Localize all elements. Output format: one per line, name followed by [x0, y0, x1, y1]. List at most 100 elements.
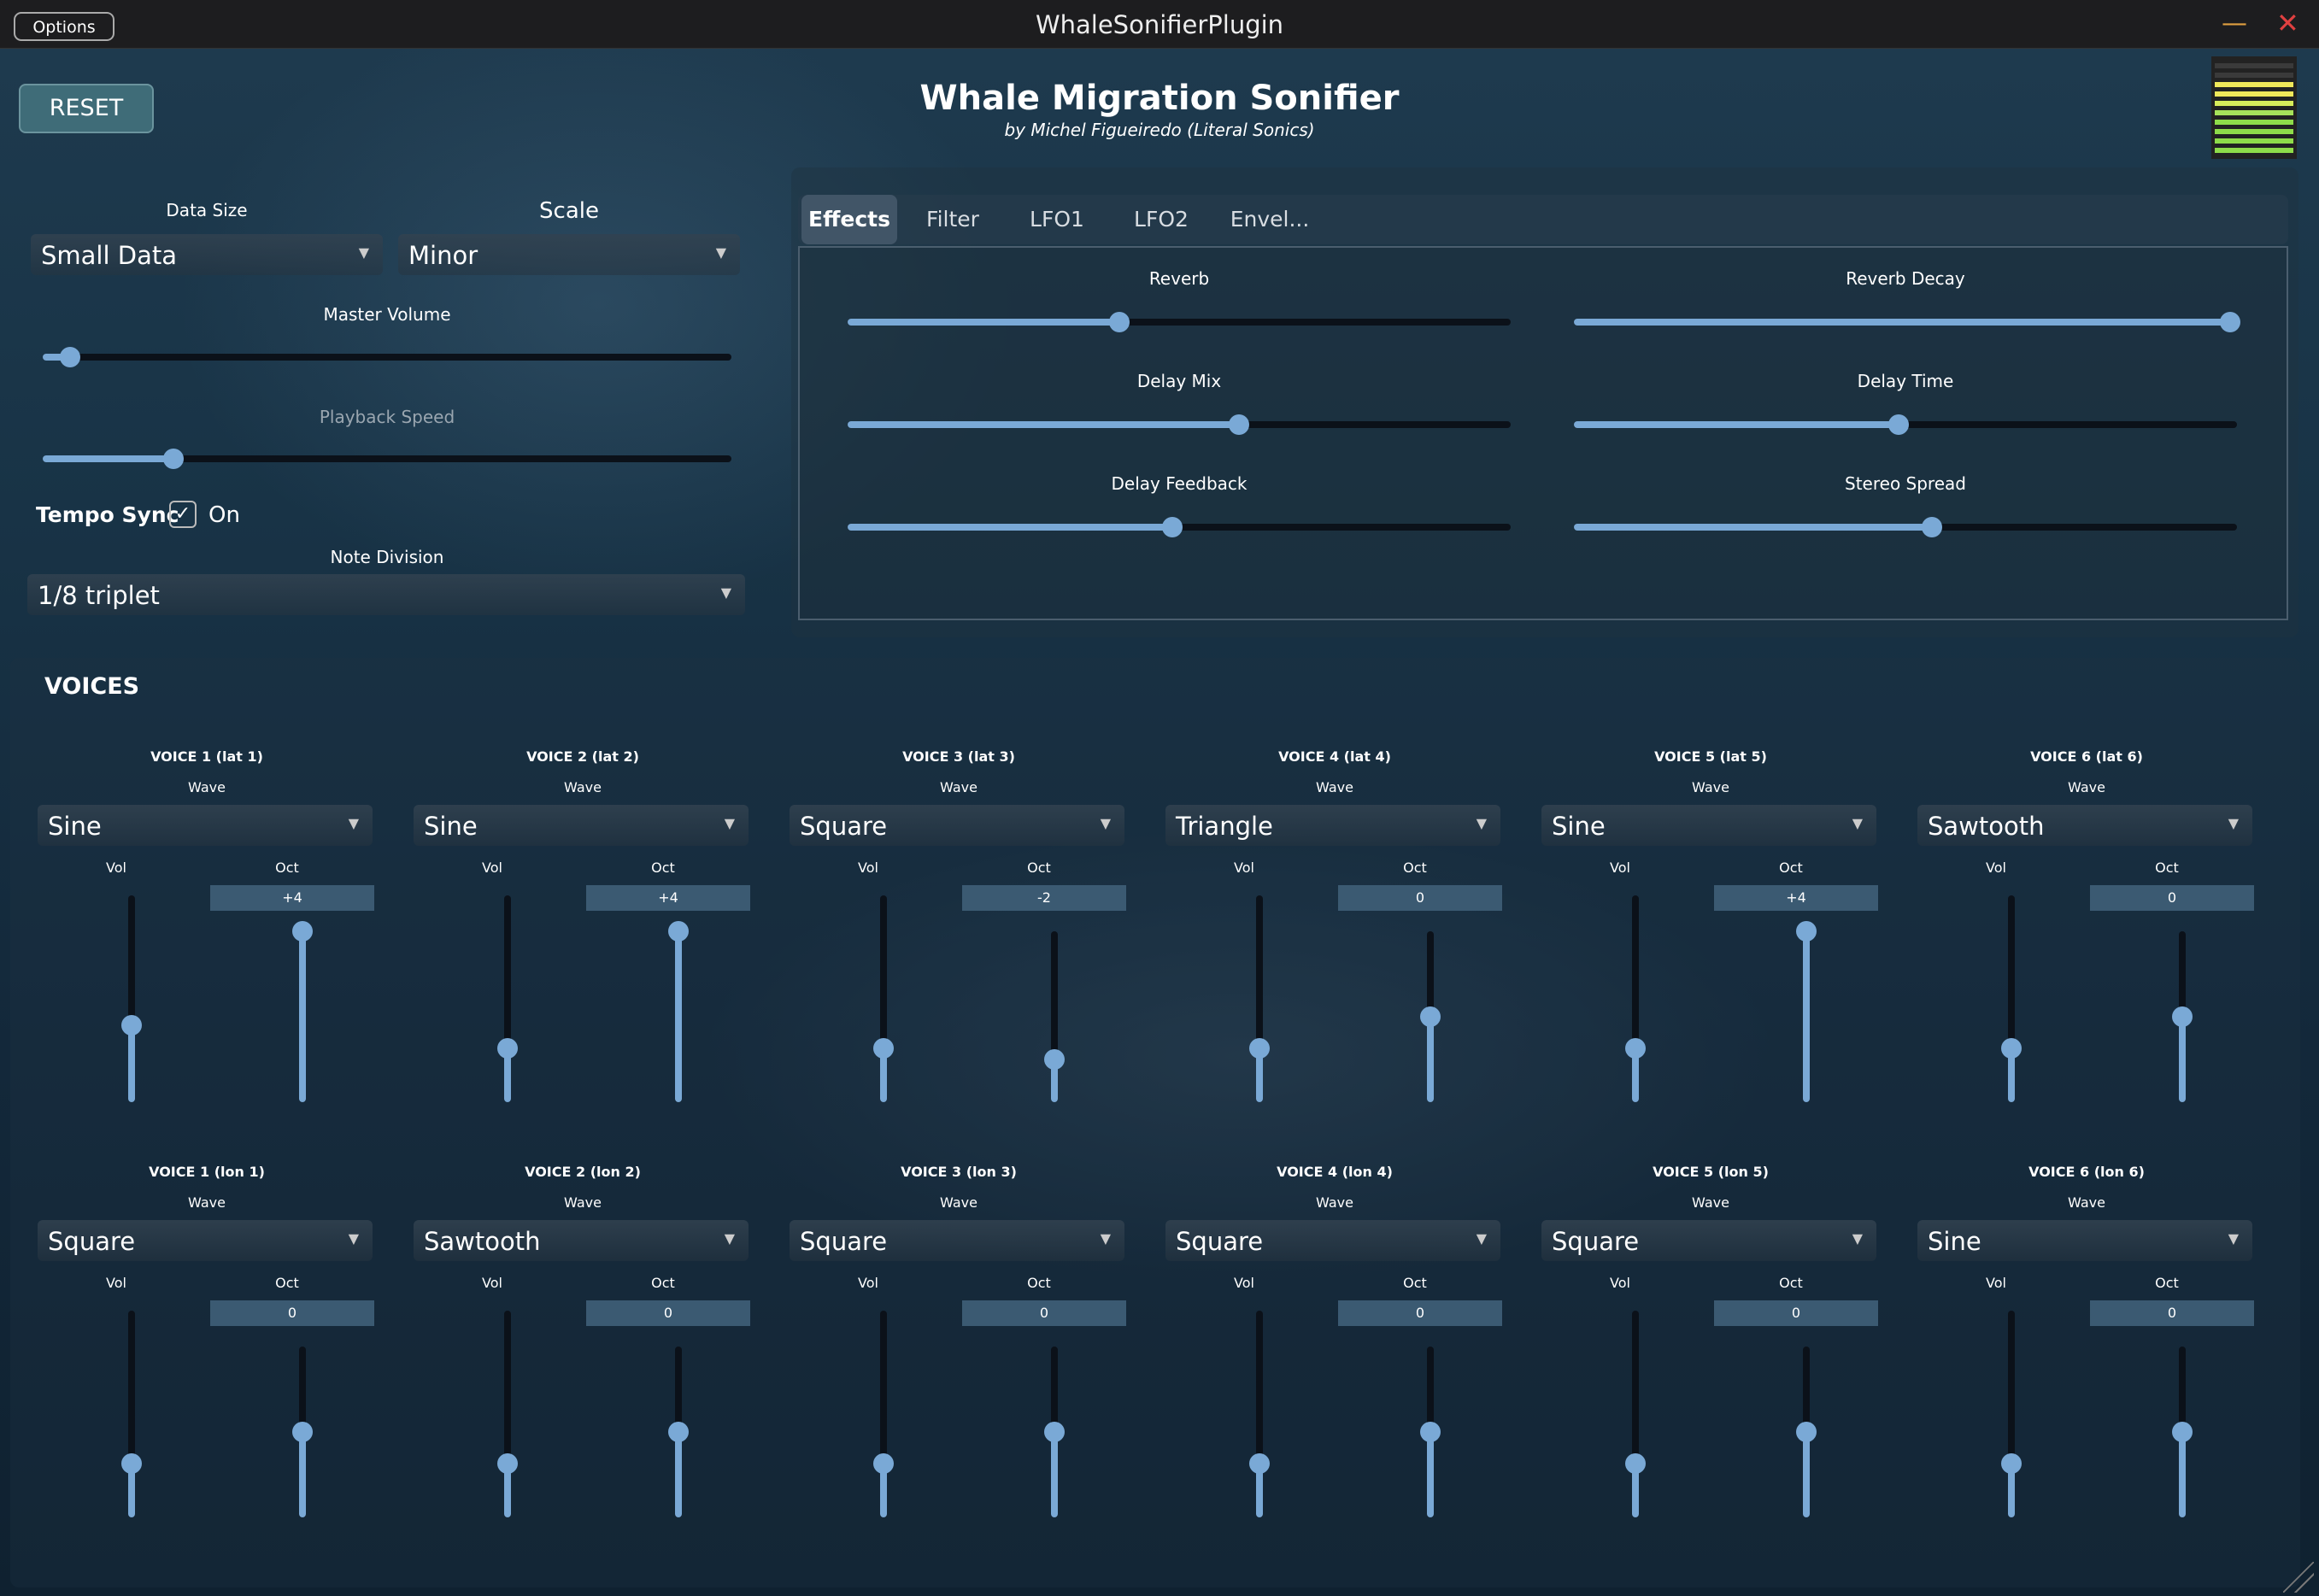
tab-filter[interactable]: Filter [902, 195, 1003, 244]
scale-label: Scale [539, 198, 599, 224]
scale-dropdown[interactable]: Minor ▼ [398, 234, 740, 275]
voice-lon-4-oct-slider[interactable] [1420, 1347, 1441, 1517]
voice-lat-2-wave-dropdown[interactable]: Sine ▼ [414, 805, 749, 846]
chevron-down-icon: ▼ [2228, 815, 2239, 831]
voice-lon-4-vol-slider[interactable] [1249, 1311, 1270, 1517]
minimize-icon[interactable]: — [2222, 9, 2247, 38]
voice-lon-2-oct-value: 0 [586, 1300, 750, 1326]
voice-lon-6-oct-slider[interactable] [2172, 1347, 2193, 1517]
voice-lat-2-oct-slider[interactable] [668, 921, 689, 1102]
voice-lat-4-vol-slider[interactable] [1249, 895, 1270, 1102]
voice-lon-6-title: VOICE 6 (lon 6) [2028, 1164, 2145, 1180]
voice-lat-3-wave-dropdown[interactable]: Square ▼ [790, 805, 1124, 846]
voice-lat-2-oct-label: Oct [651, 860, 675, 876]
voice-lat-2-vol-slider[interactable] [497, 895, 518, 1102]
master-volume-slider[interactable] [43, 344, 731, 370]
voice-lat-6-wave-dropdown[interactable]: Sawtooth ▼ [1917, 805, 2252, 846]
voice-lon-1-wave-value: Square [48, 1227, 136, 1256]
voice-lat-1-wave-label: Wave [188, 779, 226, 795]
voice-lon-1-oct-label: Oct [275, 1275, 299, 1291]
chevron-down-icon: ▼ [348, 1230, 359, 1247]
close-icon[interactable]: ✕ [2276, 7, 2299, 39]
voice-lat-2-vol-label: Vol [482, 860, 502, 876]
voice-lon-2-oct-slider[interactable] [668, 1347, 689, 1517]
voice-lon-5-vol-slider[interactable] [1625, 1311, 1646, 1517]
voice-lon-3-oct-label: Oct [1027, 1275, 1051, 1291]
tempo-sync-checkbox[interactable]: ✓ [169, 501, 197, 528]
voice-lat-5-vol-label: Vol [1610, 860, 1630, 876]
voice-lat-5-wave-label: Wave [1692, 779, 1729, 795]
voice-lon-1-wave-dropdown[interactable]: Square ▼ [38, 1220, 373, 1261]
voice-lon-2-vol-label: Vol [482, 1275, 502, 1291]
voice-lat-3-oct-value: -2 [962, 885, 1126, 911]
voice-lat-4-oct-slider[interactable] [1420, 931, 1441, 1102]
data-size-value: Small Data [41, 241, 178, 270]
delay-mix-slider[interactable] [848, 412, 1511, 437]
tab-lfo1[interactable]: LFO1 [1007, 195, 1107, 244]
chevron-down-icon: ▼ [1476, 815, 1487, 831]
voice-lat-1-oct-slider[interactable] [292, 921, 313, 1102]
voice-lat-1-wave-dropdown[interactable]: Sine ▼ [38, 805, 373, 846]
voice-lat-1-oct-value: +4 [210, 885, 374, 911]
voice-lat-5-wave-value: Sine [1552, 812, 1606, 841]
voice-lon-1-vol-slider[interactable] [121, 1311, 142, 1517]
voice-lon-6-wave-value: Sine [1928, 1227, 1981, 1256]
delay-feedback-slider[interactable] [848, 514, 1511, 540]
voice-lat-6-oct-label: Oct [2155, 860, 2179, 876]
chevron-down-icon: ▼ [1476, 1230, 1487, 1247]
tab-effects[interactable]: Effects [801, 195, 897, 244]
voice-lat-5-oct-slider[interactable] [1796, 921, 1817, 1102]
chevron-down-icon: ▼ [1100, 815, 1111, 831]
voice-lon-2-wave-dropdown[interactable]: Sawtooth ▼ [414, 1220, 749, 1261]
stereo-spread-slider[interactable] [1574, 514, 2237, 540]
voice-lon-5-wave-dropdown[interactable]: Square ▼ [1541, 1220, 1876, 1261]
playback-speed-slider[interactable] [43, 446, 731, 472]
voice-lon-5-title: VOICE 5 (lon 5) [1653, 1164, 1769, 1180]
note-division-label: Note Division [330, 547, 444, 567]
reverb-label: Reverb [1148, 268, 1210, 289]
voice-lat-3-vol-label: Vol [858, 860, 878, 876]
voice-lat-3-oct-slider[interactable] [1044, 931, 1065, 1102]
app-subtitle: by Michel Figueiredo (Literal Sonics) [1004, 120, 1315, 140]
reverb-slider[interactable] [848, 309, 1511, 335]
delay-time-slider[interactable] [1574, 412, 2237, 437]
voice-lon-4-oct-value: 0 [1338, 1300, 1502, 1326]
voice-lon-3-vol-slider[interactable] [873, 1311, 894, 1517]
voice-lon-3-oct-slider[interactable] [1044, 1347, 1065, 1517]
voice-lat-3-vol-slider[interactable] [873, 895, 894, 1102]
meter-segment [2215, 120, 2293, 125]
voice-lon-6-vol-label: Vol [1986, 1275, 2006, 1291]
tab-envelope[interactable]: Envel... [1215, 195, 1324, 244]
note-division-dropdown[interactable]: 1/8 triplet ▼ [27, 574, 745, 615]
voice-lon-6-vol-slider[interactable] [2001, 1311, 2022, 1517]
voice-lon-5-wave-label: Wave [1692, 1194, 1729, 1211]
meter-segment [2215, 82, 2293, 87]
resize-handle-icon[interactable] [2283, 1562, 2314, 1593]
chevron-down-icon: ▼ [1100, 1230, 1111, 1247]
playback-speed-label: Playback Speed [319, 407, 455, 427]
voice-lon-5-oct-slider[interactable] [1796, 1347, 1817, 1517]
voice-lon-6-wave-dropdown[interactable]: Sine ▼ [1917, 1220, 2252, 1261]
voice-lat-6-title: VOICE 6 (lat 6) [2030, 748, 2143, 765]
voice-lat-5-wave-dropdown[interactable]: Sine ▼ [1541, 805, 1876, 846]
voice-lon-6-wave-label: Wave [2068, 1194, 2105, 1211]
voice-lat-4-wave-dropdown[interactable]: Triangle ▼ [1165, 805, 1500, 846]
tempo-sync-label: Tempo Sync [36, 502, 179, 527]
chevron-down-icon: ▼ [348, 815, 359, 831]
voice-lon-1-oct-slider[interactable] [292, 1347, 313, 1517]
chevron-down-icon: ▼ [715, 244, 726, 261]
voice-lat-5-vol-slider[interactable] [1625, 895, 1646, 1102]
voice-lon-4-wave-dropdown[interactable]: Square ▼ [1165, 1220, 1500, 1261]
voice-lon-2-oct-label: Oct [651, 1275, 675, 1291]
data-size-dropdown[interactable]: Small Data ▼ [31, 234, 383, 275]
voice-lat-2-title: VOICE 2 (lat 2) [526, 748, 639, 765]
voice-lat-6-vol-slider[interactable] [2001, 895, 2022, 1102]
voice-lat-6-oct-slider[interactable] [2172, 931, 2193, 1102]
delay-time-label: Delay Time [1857, 371, 1954, 391]
voice-lat-1-vol-slider[interactable] [121, 895, 142, 1102]
voice-lon-2-vol-slider[interactable] [497, 1311, 518, 1517]
tab-lfo2[interactable]: LFO2 [1111, 195, 1212, 244]
reverb-decay-slider[interactable] [1574, 309, 2241, 335]
voice-lat-3-title: VOICE 3 (lat 3) [902, 748, 1015, 765]
voice-lon-3-wave-dropdown[interactable]: Square ▼ [790, 1220, 1124, 1261]
